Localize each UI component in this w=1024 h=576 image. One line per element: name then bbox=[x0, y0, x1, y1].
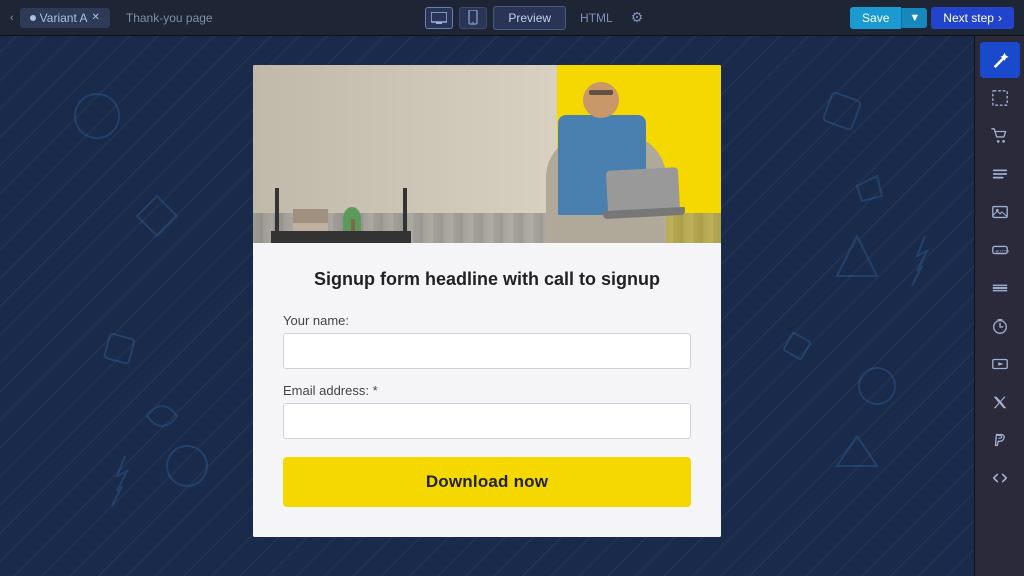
cart-icon[interactable] bbox=[980, 118, 1020, 154]
twitter-icon[interactable] bbox=[980, 384, 1020, 420]
save-group: Save ▼ bbox=[850, 7, 927, 29]
right-sidebar: BUTTON bbox=[974, 36, 1024, 576]
svg-text:BUTTON: BUTTON bbox=[995, 249, 1009, 254]
variant-tab[interactable]: Variant A ✕ bbox=[20, 8, 110, 28]
thankyou-tab[interactable]: Thank-you page bbox=[116, 8, 223, 28]
magic-wand-icon[interactable] bbox=[980, 42, 1020, 78]
nextstep-arrow-icon: › bbox=[998, 11, 1002, 25]
main-area: Signup form headline with call to signup… bbox=[0, 36, 1024, 576]
topbar: ‹ Variant A ✕ Thank-you page Preview HTM… bbox=[0, 0, 1024, 36]
back-arrow[interactable]: ‹ bbox=[10, 12, 14, 24]
code-icon[interactable] bbox=[980, 460, 1020, 496]
button-widget-icon[interactable]: BUTTON bbox=[980, 232, 1020, 268]
divider-icon[interactable] bbox=[980, 270, 1020, 306]
name-field-group: Your name: bbox=[283, 313, 691, 369]
thankyou-label: Thank-you page bbox=[126, 11, 213, 25]
name-input[interactable] bbox=[283, 333, 691, 369]
table-top bbox=[271, 231, 411, 243]
variant-arrow: ✕ bbox=[91, 12, 99, 23]
form-area: Signup form headline with call to signup… bbox=[253, 243, 721, 536]
name-label: Your name: bbox=[283, 313, 691, 328]
plant-stem bbox=[351, 219, 355, 231]
preview-button[interactable]: Preview bbox=[493, 6, 566, 30]
table-leg-right bbox=[403, 188, 407, 243]
email-input[interactable] bbox=[283, 403, 691, 439]
topbar-left: ‹ Variant A ✕ Thank-you page bbox=[10, 8, 223, 28]
html-label: HTML bbox=[580, 11, 613, 25]
email-label: Email address: * bbox=[283, 383, 691, 398]
canvas-background: Signup form headline with call to signup… bbox=[0, 36, 974, 576]
text-menu-icon[interactable] bbox=[980, 156, 1020, 192]
desktop-device-btn[interactable] bbox=[425, 7, 453, 29]
settings-gear-icon[interactable]: ⚙ bbox=[627, 9, 648, 26]
preview-label: Preview bbox=[508, 11, 551, 25]
page-card: Signup form headline with call to signup… bbox=[253, 65, 721, 536]
book-top bbox=[293, 223, 328, 231]
save-dropdown-arrow[interactable]: ▼ bbox=[901, 8, 927, 28]
timer-icon[interactable] bbox=[980, 308, 1020, 344]
glasses bbox=[589, 90, 613, 95]
variant-label: Variant A bbox=[40, 11, 88, 25]
email-field-group: Email address: * bbox=[283, 383, 691, 439]
hero-image bbox=[253, 65, 721, 243]
variant-dot bbox=[30, 15, 36, 21]
table-leg-left bbox=[275, 188, 279, 243]
image-icon[interactable] bbox=[980, 194, 1020, 230]
topbar-center: Preview HTML ⚙ bbox=[425, 6, 647, 30]
nextstep-button[interactable]: Next step › bbox=[931, 7, 1014, 29]
topbar-right: Save ▼ Next step › bbox=[850, 7, 1014, 29]
html-button[interactable]: HTML bbox=[572, 7, 621, 29]
save-button[interactable]: Save bbox=[850, 7, 901, 29]
paypal-icon[interactable] bbox=[980, 422, 1020, 458]
video-icon[interactable] bbox=[980, 346, 1020, 382]
download-button[interactable]: Download now bbox=[283, 457, 691, 507]
select-icon[interactable] bbox=[980, 80, 1020, 116]
form-headline: Signup form headline with call to signup bbox=[283, 267, 691, 292]
mobile-device-btn[interactable] bbox=[459, 7, 487, 29]
